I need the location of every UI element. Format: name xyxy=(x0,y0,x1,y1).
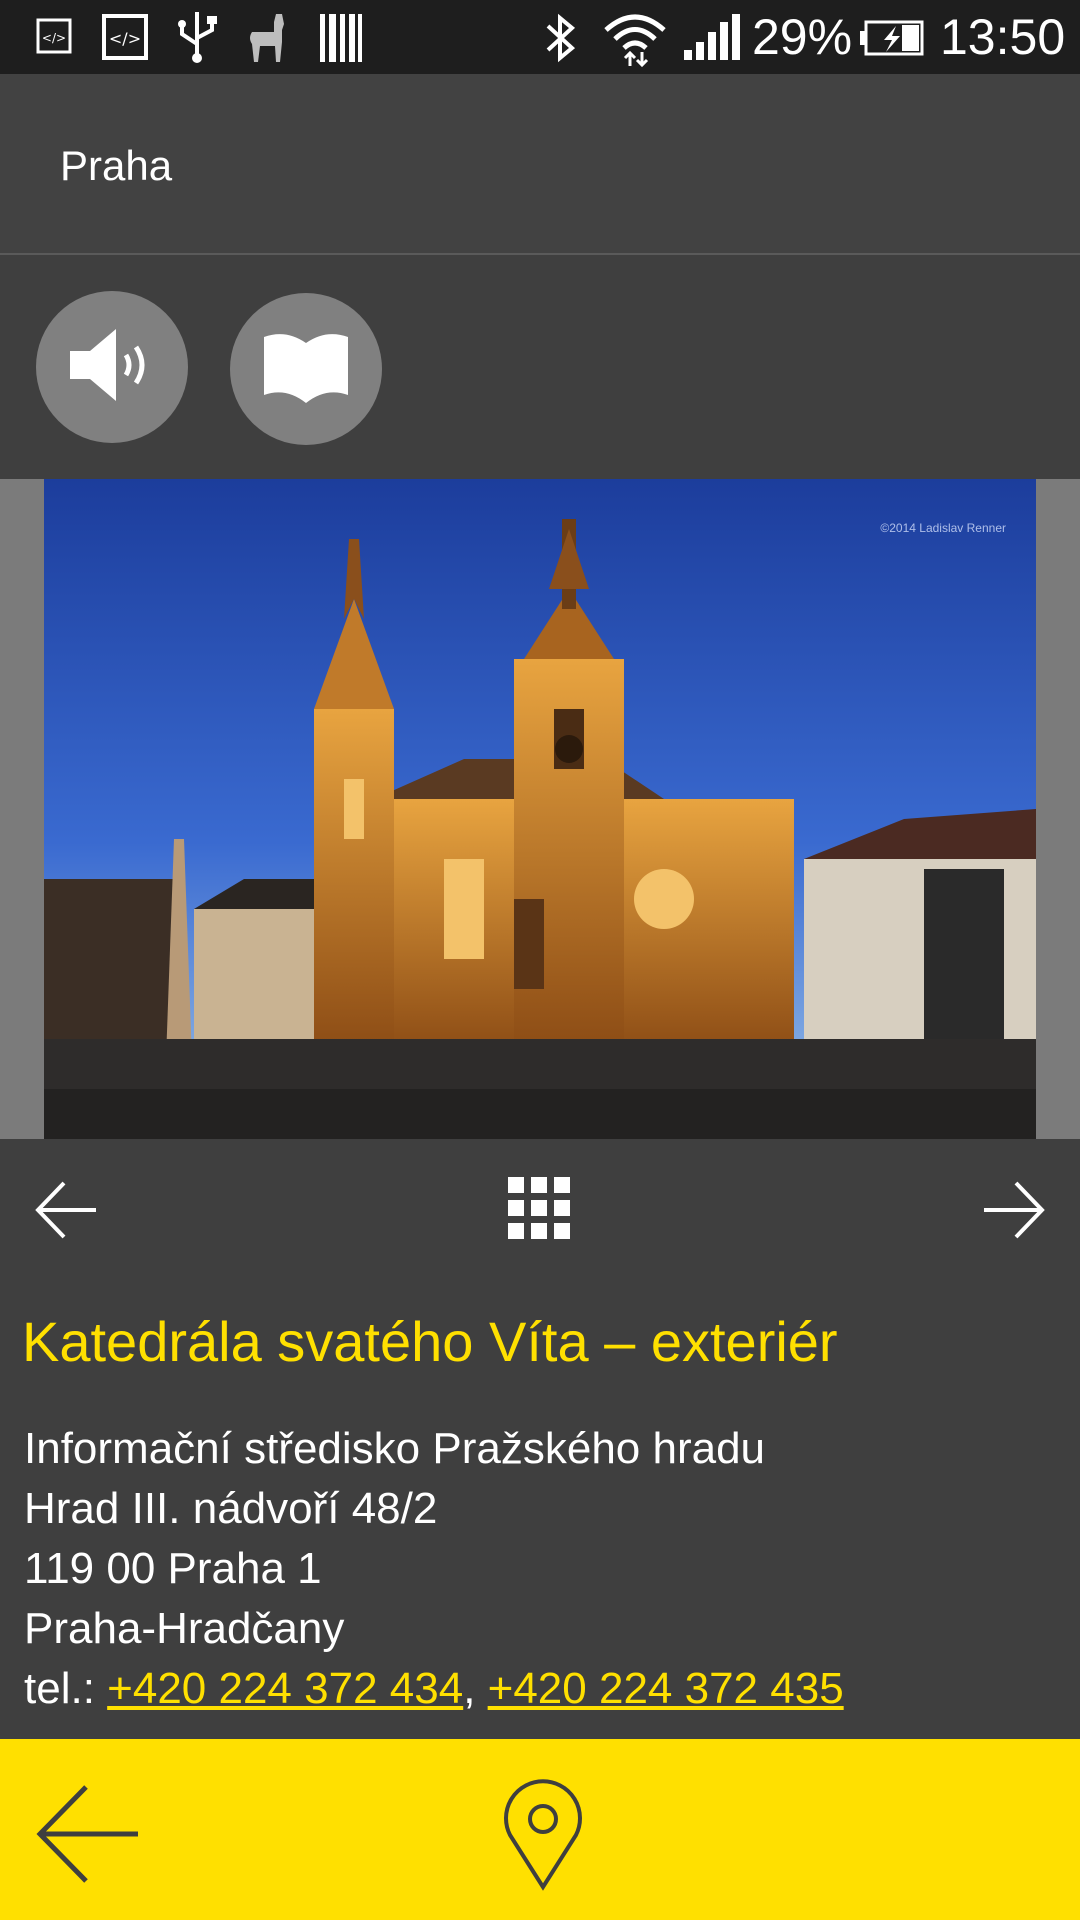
phone-link[interactable]: +420 224 372 434 xyxy=(107,1664,463,1713)
next-button[interactable] xyxy=(978,1175,1048,1250)
media-row xyxy=(0,255,1080,479)
screen: </> </> 29% 13:50 Praha ©2014 Ladislav R… xyxy=(0,0,1080,1920)
page-title: Praha xyxy=(60,142,173,189)
bottom-bar xyxy=(0,1739,1080,1920)
book-icon xyxy=(258,319,354,420)
address-line: Praha-Hradčany xyxy=(24,1604,345,1653)
map-pin-icon xyxy=(500,1779,586,1895)
poi-content: Katedrála svatého Víta – exteriér Inform… xyxy=(0,1279,1080,1739)
photo-frame: ©2014 Ladislav Renner xyxy=(0,479,1080,1139)
address-block: Informační středisko Pražského hradu Hra… xyxy=(24,1419,844,1719)
grid-button[interactable] xyxy=(506,1175,572,1246)
grid-icon xyxy=(506,1177,572,1245)
address-line: 119 00 Praha 1 xyxy=(24,1544,322,1593)
usb-icon xyxy=(174,10,220,69)
cathedral-photo[interactable]: ©2014 Ladislav Renner xyxy=(44,479,1036,1139)
address-line: Hrad III. nádvoří 48/2 xyxy=(24,1484,438,1533)
svg-text:</>: </> xyxy=(42,31,66,45)
clock: 13:50 xyxy=(940,9,1066,65)
speaker-icon xyxy=(64,317,160,418)
back-arrow-icon xyxy=(34,1785,144,1893)
status-bar: </> </> 29% 13:50 xyxy=(0,0,1080,74)
bluetooth-icon xyxy=(544,12,578,69)
dev-tools-icon: </> xyxy=(36,18,72,59)
phone-line: tel.: +420 224 372 434, +420 224 372 435 xyxy=(24,1659,844,1719)
address-line: Informační středisko Pražského hradu xyxy=(24,1424,766,1473)
code-icon: </> xyxy=(102,14,148,65)
photo-credit: ©2014 Ladislav Renner xyxy=(880,521,1006,535)
arrow-left-icon xyxy=(32,1181,102,1249)
tel-label: tel.: xyxy=(24,1664,108,1713)
svg-text:</>: </> xyxy=(109,29,141,48)
nav-row xyxy=(0,1139,1080,1279)
map-button[interactable] xyxy=(500,1779,586,1896)
barcode-icon xyxy=(318,10,364,69)
llama-icon xyxy=(242,10,294,69)
previous-button[interactable] xyxy=(32,1175,102,1250)
audio-button[interactable] xyxy=(36,291,188,443)
read-more-button[interactable] xyxy=(230,293,382,445)
back-button[interactable] xyxy=(34,1779,144,1894)
phone-link[interactable]: +420 224 372 435 xyxy=(488,1664,844,1713)
wifi-icon xyxy=(602,8,668,73)
arrow-right-icon xyxy=(978,1181,1048,1249)
poi-title: Katedrála svatého Víta – exteriér xyxy=(22,1310,838,1373)
phone-separator: , xyxy=(463,1664,488,1713)
battery-percent: 29% xyxy=(752,9,853,65)
app-header: Praha xyxy=(0,74,1080,254)
battery-charging-icon xyxy=(858,20,924,61)
cathedral-illustration xyxy=(44,479,1036,1139)
signal-icon xyxy=(682,14,740,67)
